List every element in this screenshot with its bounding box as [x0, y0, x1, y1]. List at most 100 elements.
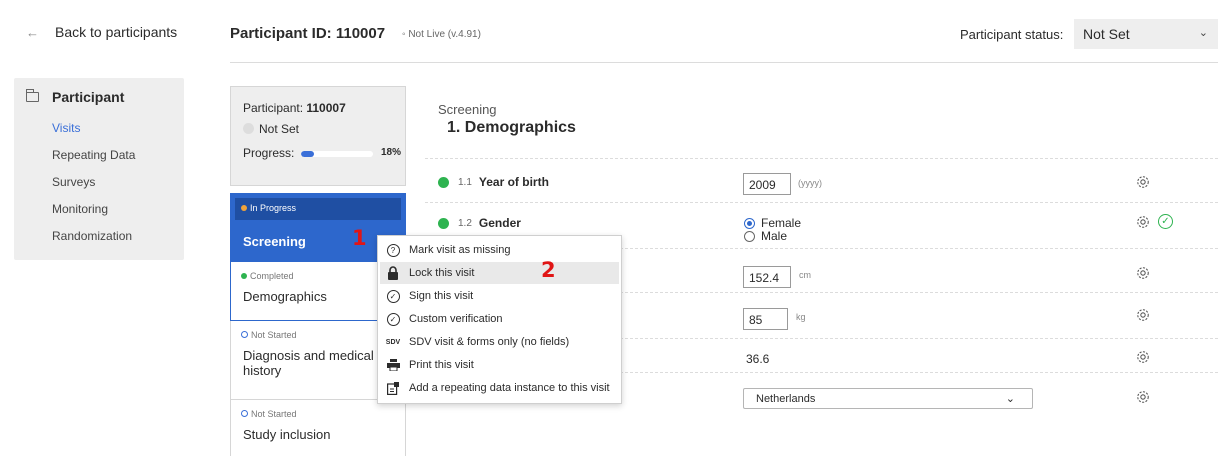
status-dot-icon: [243, 123, 254, 134]
gear-icon[interactable]: [1136, 350, 1150, 364]
participant-status-select[interactable]: Not Set ⌄: [1074, 19, 1218, 49]
calculated-value: 36.6: [746, 352, 770, 366]
progress-percent: 18%: [381, 147, 402, 158]
check-circle-icon: ✓: [386, 312, 400, 326]
visit-status-text: Not Started: [251, 409, 297, 419]
radio-label: Male: [761, 229, 788, 243]
participant-id-value: 110007: [306, 101, 346, 115]
live-status-label: ◦ Not Live (v.4.91): [402, 29, 481, 40]
menu-item-label: Lock this visit: [409, 267, 475, 279]
gear-icon[interactable]: [1136, 390, 1150, 404]
gender-male-radio[interactable]: Male: [744, 229, 787, 243]
visit-status: In Progress: [250, 203, 297, 213]
status-dot-icon: [438, 176, 449, 188]
folder-icon: [26, 89, 39, 102]
question-number: 1.1: [458, 176, 472, 188]
menu-item-add-repeating-data[interactable]: Add a repeating data instance to this vi…: [378, 377, 621, 399]
participant-status-line: Not Set: [243, 122, 299, 136]
add-document-icon: [386, 381, 400, 395]
gender-female-radio[interactable]: Female: [744, 216, 801, 230]
height-unit: cm: [799, 270, 811, 280]
question-label: Gender: [478, 216, 521, 230]
lock-icon: [386, 266, 400, 280]
visit-status-text: Completed: [250, 271, 294, 281]
progress-label: Progress:: [243, 146, 295, 160]
menu-item-mark-missing[interactable]: ? Mark visit as missing: [378, 239, 621, 261]
radio-unselected-icon: [744, 230, 755, 242]
menu-item-sign-visit[interactable]: ✓ Sign this visit: [378, 285, 621, 307]
annotation-badge-2: 2: [541, 258, 556, 282]
progress-bar: [301, 151, 373, 157]
back-label: Back to participants: [55, 24, 178, 40]
year-of-birth-input[interactable]: 2009: [743, 173, 791, 195]
visit-name: Screening: [243, 234, 306, 249]
menu-item-print-visit[interactable]: Print this visit: [378, 354, 621, 376]
chevron-down-icon: ⌄: [1005, 393, 1015, 405]
menu-item-label: Custom verification: [409, 313, 503, 325]
gear-icon[interactable]: [1136, 215, 1150, 229]
visit-status-text: Not Started: [251, 330, 297, 340]
verified-check-icon: ✓: [1158, 214, 1173, 229]
back-to-participants-link[interactable]: ← Back to participants: [26, 24, 177, 40]
question-gender: 1.2 Gender: [438, 216, 521, 230]
arrow-left-icon: ←: [26, 24, 39, 40]
height-input[interactable]: 152.4: [743, 266, 791, 288]
sidebar-item-surveys[interactable]: Surveys: [52, 174, 135, 201]
check-circle-icon: ✓: [386, 289, 400, 303]
participant-summary-card: Participant: 110007 Not Set Progress: 18…: [230, 86, 406, 186]
sidebar-item-randomization[interactable]: Randomization: [52, 228, 135, 255]
visit-card-study-inclusion[interactable]: Not Started Study inclusion: [230, 400, 406, 456]
country-value: Netherlands: [756, 393, 816, 405]
year-unit: (yyyy): [798, 178, 822, 188]
menu-item-lock-visit[interactable]: Lock this visit: [380, 262, 619, 284]
menu-item-sdv-visit[interactable]: SDV SDV visit & forms only (no fields): [378, 331, 621, 353]
participant-section-label: Participant: [52, 89, 125, 105]
participant-nav-panel: Participant Visits Repeating Data Survey…: [14, 78, 184, 260]
participant-id-line: Participant: 110007: [243, 101, 346, 115]
form-breadcrumb: Screening: [438, 102, 497, 117]
gear-icon[interactable]: [1136, 266, 1150, 280]
participant-prefix: Participant:: [243, 101, 304, 115]
country-select[interactable]: Netherlands ⌄: [743, 388, 1033, 409]
participant-nav-list: Visits Repeating Data Surveys Monitoring…: [52, 120, 135, 255]
participant-section-header: Participant: [26, 89, 124, 105]
menu-item-label: Sign this visit: [409, 290, 474, 302]
visit-status-bar: In Progress: [235, 198, 401, 220]
visit-context-menu: ? Mark visit as missing Lock this visit …: [377, 235, 622, 404]
participant-status-value: Not Set: [1083, 26, 1130, 42]
sidebar-item-visits[interactable]: Visits: [52, 120, 135, 147]
question-number: 1.2: [458, 217, 472, 229]
row-divider: [425, 158, 1218, 159]
radio-selected-icon: [744, 217, 755, 229]
menu-item-label: Mark visit as missing: [409, 244, 511, 256]
clock-question-icon: ?: [386, 243, 400, 257]
participant-card-status: Not Set: [259, 122, 300, 136]
menu-item-label: SDV visit & forms only (no fields): [409, 336, 570, 348]
sidebar-item-monitoring[interactable]: Monitoring: [52, 201, 135, 228]
in-progress-dot-icon: [241, 205, 247, 211]
progress-fill: [301, 151, 314, 157]
not-started-ring-icon: [241, 410, 248, 417]
annotation-badge-1: 1: [352, 226, 367, 250]
sdv-icon: SDV: [385, 338, 401, 346]
printer-icon: [386, 358, 400, 372]
menu-item-custom-verification[interactable]: ✓ Custom verification: [378, 308, 621, 330]
participant-status-label: Participant status:: [960, 27, 1064, 42]
weight-input[interactable]: 85: [743, 308, 788, 330]
row-divider: [425, 202, 1218, 203]
form-title: 1. Demographics: [447, 119, 576, 136]
header-divider: [230, 62, 1218, 63]
status-dot-icon: [438, 217, 449, 229]
page-title: Participant ID: 110007: [230, 25, 386, 42]
gear-icon[interactable]: [1136, 175, 1150, 189]
gear-icon[interactable]: [1136, 308, 1150, 322]
question-year-of-birth: 1.1 Year of birth: [438, 175, 549, 189]
sidebar-item-repeating-data[interactable]: Repeating Data: [52, 147, 135, 174]
not-started-ring-icon: [241, 331, 248, 338]
menu-item-label: Print this visit: [409, 359, 474, 371]
completed-dot-icon: [241, 273, 247, 279]
chevron-down-icon: ⌄: [1198, 27, 1208, 39]
radio-label: Female: [761, 216, 802, 230]
menu-item-label: Add a repeating data instance to this vi…: [409, 382, 610, 394]
question-label: Year of birth: [478, 175, 549, 189]
